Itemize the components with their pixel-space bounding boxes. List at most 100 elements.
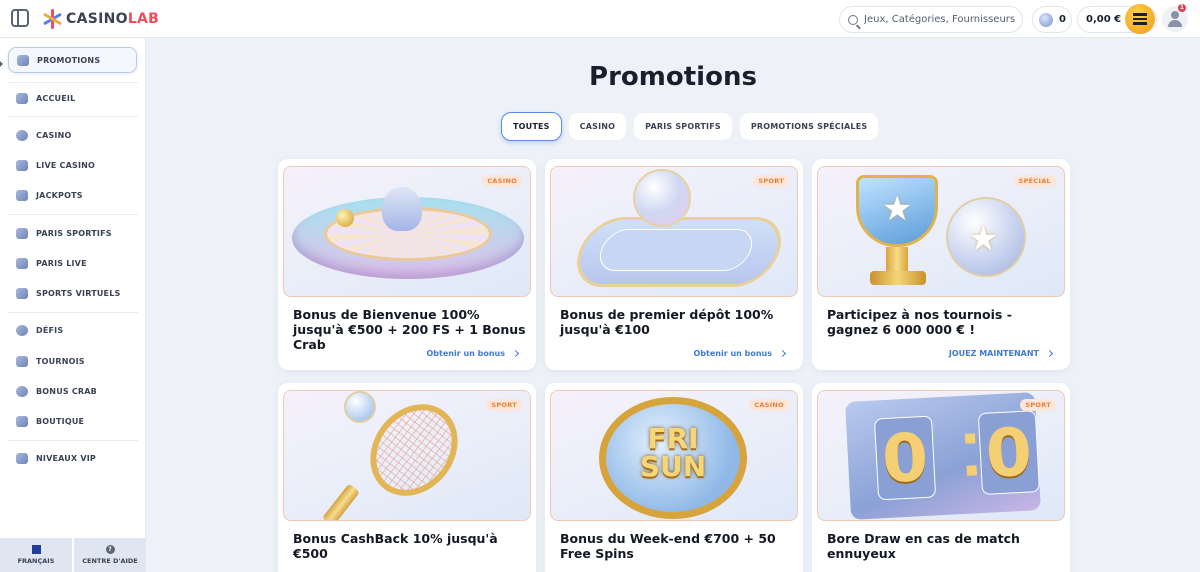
brand-name: CASINOLAB: [66, 11, 160, 27]
top-header: CASINOLAB 0 0,00 € 1: [0, 0, 1200, 38]
category-badge: SPORT: [486, 399, 522, 411]
sidebar-active-marker-icon: [0, 61, 3, 67]
megaphone-icon: [17, 54, 29, 66]
link-label: Obtenir un bonus: [426, 349, 506, 358]
promo-card-welcome-bonus[interactable]: CASINO Bonus de Bienvenue 100% jusqu'à €…: [278, 159, 536, 370]
promo-card-bore-draw[interactable]: 0 0 SPORT Bore Draw en cas de match ennu…: [812, 383, 1070, 572]
promo-title: Bonus de premier dépôt 100% jusqu'à €100: [560, 307, 774, 337]
tab-promotions-speciales[interactable]: PROMOTIONS SPÉCIALES: [738, 112, 880, 141]
football-stadium-image: SPORT: [550, 166, 798, 297]
sidebar-item-casino[interactable]: CASINO: [8, 122, 137, 148]
sidebar-item-label: NIVEAUX VIP: [36, 453, 96, 463]
sidebar-item-paris-sportifs[interactable]: PARIS SPORTIFS: [8, 220, 137, 246]
notification-badge: 1: [1178, 4, 1186, 12]
scoreboard-image: 0 0 SPORT: [817, 390, 1065, 521]
category-badge: SPORT: [1020, 399, 1056, 411]
category-badge: CASINO: [482, 175, 522, 187]
chevron-right-icon: [511, 349, 520, 358]
tab-toutes[interactable]: TOUTES: [501, 112, 562, 141]
get-bonus-link[interactable]: Obtenir un bonus: [693, 349, 787, 358]
sidebar-divider: [8, 116, 138, 117]
sidebar-item-label: DÉFIS: [36, 325, 64, 335]
deposit-wallet-button[interactable]: [1125, 4, 1155, 34]
trophy-image: ★ ★ SPÉCIAL: [817, 166, 1065, 297]
sidebar-item-promotions[interactable]: PROMOTIONS: [8, 47, 137, 73]
help-center-button[interactable]: ? CENTRE D'AIDE: [74, 538, 146, 572]
sidebar-item-label: ACCUEIL: [36, 93, 76, 103]
sidebar-item-label: PARIS SPORTIFS: [36, 228, 112, 238]
sidebar-item-label: PROMOTIONS: [37, 55, 101, 65]
sidebar-item-boutique[interactable]: BOUTIQUE: [8, 408, 137, 434]
sidebar-item-label: CASINO: [36, 130, 72, 140]
sidebar: PROMOTIONS ACCUEIL CASINO LIVE CASINO JA…: [0, 38, 146, 572]
sidebar-item-label: BOUTIQUE: [36, 416, 85, 426]
help-label: CENTRE D'AIDE: [82, 557, 138, 565]
tab-casino[interactable]: CASINO: [567, 112, 628, 141]
fri-sun-coin-image: FRI SUN CASINO: [550, 390, 798, 521]
sidebar-item-label: PARIS LIVE: [36, 258, 87, 268]
sidebar-item-jackpots[interactable]: JACKPOTS: [8, 182, 137, 208]
link-label: Obtenir un bonus: [693, 349, 773, 358]
promo-card-cashback[interactable]: SPORT Bonus CashBack 10% jusqu'à €500: [278, 383, 536, 572]
promo-card-weekend-bonus[interactable]: FRI SUN CASINO Bonus du Week-end €700 + 5…: [545, 383, 803, 572]
promo-title: Bonus CashBack 10% jusqu'à €500: [293, 531, 498, 561]
promo-title: Bonus du Week-end €700 + 50 Free Spins: [560, 531, 776, 561]
casino-chip-icon: [16, 129, 28, 141]
coins-value: 0: [1059, 14, 1066, 25]
link-label: JOUEZ MAINTENANT: [948, 349, 1039, 358]
coins-widget[interactable]: 0: [1032, 6, 1072, 33]
sidebar-item-sports-virtuels[interactable]: SPORTS VIRTUELS: [8, 280, 137, 306]
category-badge: SPORT: [753, 175, 789, 187]
page-title: Promotions: [589, 62, 757, 92]
language-button[interactable]: FRANÇAIS: [0, 538, 72, 572]
chevron-right-icon: [1045, 349, 1054, 358]
wallet-icon: [1133, 13, 1147, 25]
sidebar-item-label: TOURNOIS: [36, 356, 85, 366]
promotion-tabs: TOUTES CASINO PARIS SPORTIFS PROMOTIONS …: [501, 112, 880, 141]
eu-flag-icon: [31, 545, 41, 554]
star-icon: ★: [882, 189, 913, 229]
score-digit: 0: [977, 410, 1041, 496]
live-bet-icon: [16, 257, 28, 269]
promo-card-first-deposit[interactable]: SPORT Bonus de premier dépôt 100% jusqu'…: [545, 159, 803, 370]
sidebar-item-accueil[interactable]: ACCUEIL: [8, 85, 137, 111]
sidebar-item-tournois[interactable]: TOURNOIS: [8, 348, 137, 374]
promo-title: Bore Draw en cas de match ennuyeux: [827, 531, 1020, 561]
category-badge: SPÉCIAL: [1013, 175, 1056, 187]
help-icon: ?: [105, 545, 115, 554]
search-icon: [848, 14, 858, 25]
language-label: FRANÇAIS: [17, 557, 55, 565]
live-camera-icon: [16, 159, 28, 171]
search-input[interactable]: [864, 14, 1022, 25]
star-icon: ★: [968, 219, 999, 259]
get-bonus-link[interactable]: Obtenir un bonus: [426, 349, 520, 358]
home-icon: [16, 92, 28, 104]
balance-value: 0,00 €: [1086, 14, 1122, 25]
logo-star-icon: [42, 9, 62, 29]
trophy-icon: [16, 355, 28, 367]
sidebar-item-paris-live[interactable]: PARIS LIVE: [8, 250, 137, 276]
promo-card-tournaments[interactable]: ★ ★ SPÉCIAL Participez à nos tournois - …: [812, 159, 1070, 370]
sidebar-item-label: LIVE CASINO: [36, 160, 96, 170]
sidebar-item-niveaux-vip[interactable]: NIVEAUX VIP: [8, 445, 137, 471]
chevron-right-icon: [778, 349, 787, 358]
sidebar-item-bonus-crab[interactable]: BONUS CRAB: [8, 378, 137, 404]
shop-icon: [16, 415, 28, 427]
sidebar-item-defis[interactable]: DÉFIS: [8, 317, 137, 343]
brand-logo[interactable]: CASINOLAB: [42, 8, 159, 30]
play-now-link[interactable]: JOUEZ MAINTENANT: [948, 349, 1054, 358]
sidebar-item-live-casino[interactable]: LIVE CASINO: [8, 152, 137, 178]
score-digit: 0: [873, 415, 937, 501]
tab-paris-sportifs[interactable]: PARIS SPORTIFS: [633, 112, 733, 141]
fri-sun-artwork-text: FRI SUN: [639, 422, 707, 483]
category-badge: CASINO: [749, 399, 789, 411]
sidebar-divider: [8, 440, 138, 441]
sidebar-toggle-icon[interactable]: [11, 9, 29, 27]
promo-title: Bonus de Bienvenue 100% jusqu'à €500 + 2…: [293, 307, 526, 352]
vip-crown-icon: [16, 452, 28, 464]
jackpot-icon: [16, 189, 28, 201]
sidebar-divider: [8, 312, 138, 313]
search-bar[interactable]: [839, 6, 1023, 33]
sidebar-item-label: BONUS CRAB: [36, 386, 97, 396]
virtual-sports-icon: [16, 287, 28, 299]
